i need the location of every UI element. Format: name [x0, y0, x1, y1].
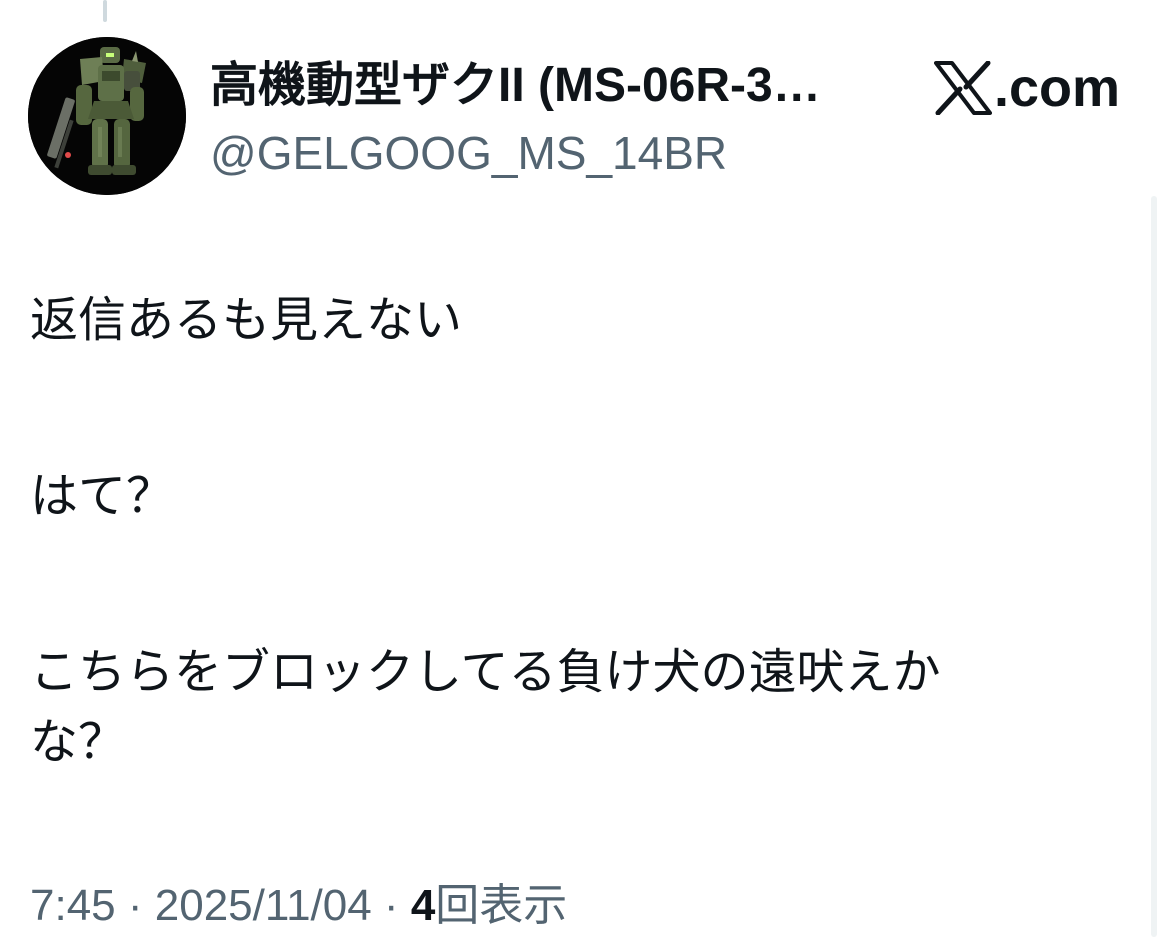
tweet-date[interactable]: 2025/11/04 — [155, 881, 372, 930]
tweet-line: こちらをブロックしてる負け犬の遠吠えか — [30, 646, 941, 699]
views-label: 回表示 — [435, 881, 568, 930]
thread-connector-line — [103, 0, 107, 22]
tweet-line: な？ — [30, 716, 127, 769]
avatar[interactable] — [28, 37, 186, 195]
tweet-line: 返信あるも見えない — [30, 294, 463, 347]
tweet-time[interactable]: 7:45 — [30, 881, 116, 930]
display-name[interactable]: 高機動型ザクII (MS-06R-3… — [210, 56, 910, 116]
x-domain-text: .com — [994, 58, 1121, 118]
meta-separator: · — [115, 881, 155, 930]
tweet-metadata: 7:45 · 2025/11/04 · 4回表示 — [30, 878, 567, 934]
x-brand-link[interactable]: .com — [934, 58, 1120, 118]
scrollbar-track[interactable] — [1151, 196, 1157, 937]
meta-separator: · — [371, 881, 411, 930]
user-handle[interactable]: @GELGOOG_MS_14BR — [210, 125, 727, 181]
views-count[interactable]: 4 — [411, 881, 435, 930]
tweet-line: はて？ — [30, 470, 175, 523]
zaku-avatar-icon — [28, 37, 186, 195]
x-logo-icon — [934, 61, 992, 115]
